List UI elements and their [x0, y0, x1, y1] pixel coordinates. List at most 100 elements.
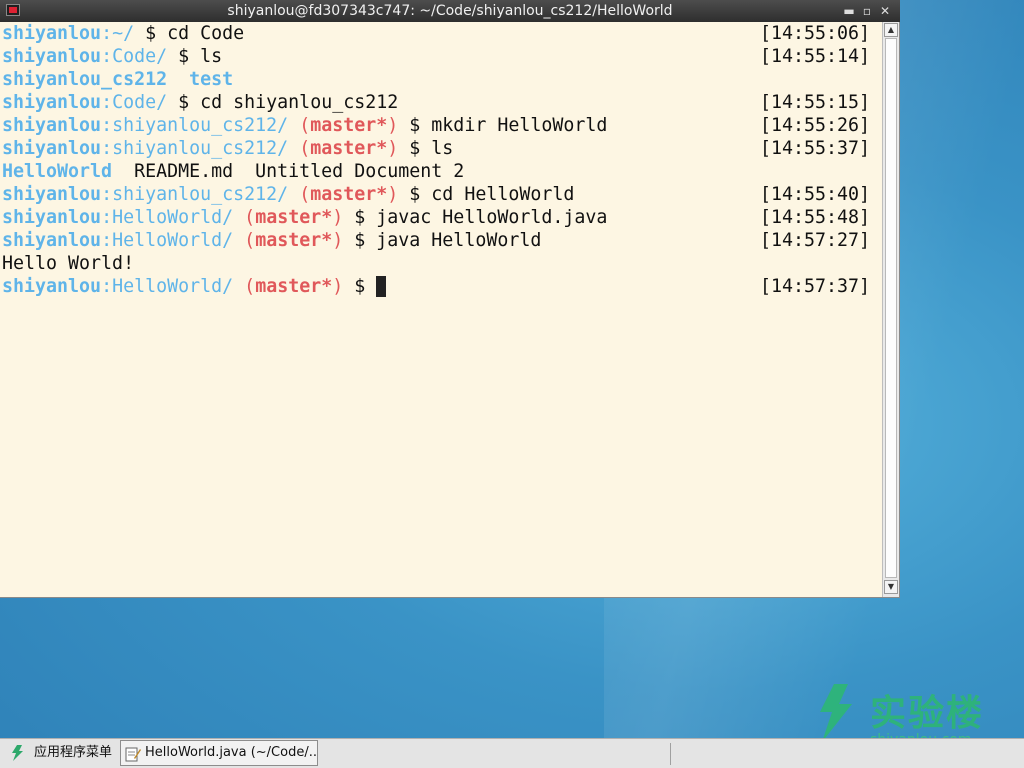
- shiyanlou-leaf-icon: [820, 684, 852, 742]
- terminal-text: HelloWorld/: [112, 276, 234, 297]
- terminal-text: ): [332, 276, 344, 297]
- terminal-text: Code/: [112, 92, 168, 113]
- terminal-text: shiyanlou: [2, 46, 102, 67]
- timestamp: [14:55:14]: [760, 46, 871, 67]
- timestamp: [14:57:37]: [760, 276, 871, 297]
- scroll-down-button[interactable]: ▼: [884, 580, 898, 594]
- terminal-text: README.md Untitled Document 2: [112, 161, 465, 182]
- terminal-text: (: [244, 207, 256, 228]
- terminal-text: master*: [310, 184, 388, 205]
- terminal-text: master*: [255, 276, 333, 297]
- applications-menu-button[interactable]: 应用程序菜单: [0, 739, 120, 768]
- terminal-text: (: [244, 276, 256, 297]
- terminal-line: shiyanlou:shiyanlou_cs212/ (master*) $ l…: [0, 137, 882, 160]
- terminal-line: shiyanlou:HelloWorld/ (master*) $ javac …: [0, 206, 882, 229]
- terminal-window[interactable]: shiyanlou@fd307343c747: ~/Code/shiyanlou…: [0, 0, 900, 598]
- terminal-text: $: [343, 276, 377, 297]
- terminal-text: $ cd shiyanlou_cs212: [167, 92, 399, 113]
- terminal-text: :: [101, 23, 113, 44]
- terminal-line: shiyanlou:HelloWorld/ (master*) $ [14:57…: [0, 275, 882, 298]
- terminal-text: :: [101, 92, 113, 113]
- terminal-text: Code/: [112, 46, 168, 67]
- scroll-up-button[interactable]: ▲: [884, 23, 898, 37]
- terminal-output[interactable]: shiyanlou:~/ $ cd Code [14:55:06] shiyanlo…: [0, 22, 882, 597]
- scrollbar-thumb[interactable]: [885, 38, 897, 578]
- timestamp: [14:55:40]: [760, 184, 871, 205]
- terminal-text: HelloWorld/: [112, 207, 234, 228]
- terminal-text: (: [299, 115, 311, 136]
- watermark-text: 实验楼: [870, 693, 985, 734]
- timestamp: [14:55:37]: [760, 138, 871, 159]
- terminal-line: shiyanlou:~/ $ cd Code [14:55:06]: [0, 22, 882, 45]
- terminal-text: master*: [310, 115, 388, 136]
- terminal-text: $ javac HelloWorld.java: [343, 207, 608, 228]
- shiyanlou-watermark-logo: 实验楼 shiyanlou.com: [812, 682, 992, 748]
- close-button[interactable]: ✕: [878, 0, 892, 22]
- terminal-text: (: [299, 184, 311, 205]
- terminal-text: shiyanlou_cs212/: [112, 184, 289, 205]
- terminal-text: shiyanlou: [2, 115, 102, 136]
- terminal-text: master*: [255, 207, 333, 228]
- terminal-text: :: [101, 46, 113, 67]
- terminal-text: $ ls: [398, 138, 454, 159]
- terminal-text: ): [387, 138, 399, 159]
- timestamp: [14:55:06]: [760, 23, 871, 44]
- minimize-button[interactable]: ▬: [842, 0, 856, 22]
- terminal-line: shiyanlou:shiyanlou_cs212/ (master*) $ c…: [0, 183, 882, 206]
- terminal-text: shiyanlou: [2, 207, 102, 228]
- window-titlebar[interactable]: shiyanlou@fd307343c747: ~/Code/shiyanlou…: [0, 0, 900, 22]
- terminal-text: shiyanlou: [2, 92, 102, 113]
- terminal-text: $ java HelloWorld: [343, 230, 542, 251]
- taskbar-task-label: HelloWorld.java (~/Code/...: [145, 745, 318, 760]
- terminal-text: Hello World!: [2, 253, 135, 274]
- terminal-app-icon[interactable]: [6, 4, 20, 16]
- timestamp: [14:55:48]: [760, 207, 871, 228]
- terminal-text: $ ls: [167, 46, 223, 67]
- terminal-text: test: [189, 69, 234, 90]
- terminal-text: shiyanlou: [2, 184, 102, 205]
- terminal-text: :: [101, 230, 113, 251]
- terminal-text: shiyanlou: [2, 230, 102, 251]
- terminal-cursor: [376, 276, 387, 297]
- terminal-line: shiyanlou:shiyanlou_cs212/ (master*) $ m…: [0, 114, 882, 137]
- timestamp: [14:55:26]: [760, 115, 871, 136]
- terminal-text: ~/: [112, 23, 135, 44]
- taskbar-task-helloworld-java[interactable]: HelloWorld.java (~/Code/...: [120, 740, 318, 766]
- timestamp: [14:57:27]: [760, 230, 871, 251]
- maximize-button[interactable]: ▫: [860, 0, 874, 22]
- terminal-text: :: [101, 184, 113, 205]
- vertical-scrollbar[interactable]: ▲ ▼: [882, 22, 899, 597]
- terminal-line: shiyanlou_cs212 test: [0, 68, 882, 91]
- desktop: shiyanlou@fd307343c747: ~/Code/shiyanlou…: [0, 0, 1024, 748]
- terminal-line: Hello World!: [0, 252, 882, 275]
- terminal-text: (: [299, 138, 311, 159]
- terminal-line: shiyanlou:HelloWorld/ (master*) $ java H…: [0, 229, 882, 252]
- terminal-text: HelloWorld: [2, 161, 113, 182]
- terminal-text: $ cd HelloWorld: [398, 184, 575, 205]
- terminal-text: HelloWorld/: [112, 230, 234, 251]
- window-title: shiyanlou@fd307343c747: ~/Code/shiyanlou…: [227, 3, 673, 19]
- text-editor-icon: [125, 747, 141, 762]
- terminal-text: ): [387, 184, 399, 205]
- timestamp: [14:55:15]: [760, 92, 871, 113]
- terminal-text: ): [332, 230, 344, 251]
- terminal-text: (: [244, 230, 256, 251]
- terminal-text: master*: [310, 138, 388, 159]
- terminal-text: shiyanlou: [2, 23, 102, 44]
- terminal-line: HelloWorld README.md Untitled Document 2: [0, 160, 882, 183]
- taskbar: 应用程序菜单 HelloWorld.java (~/Code/...: [0, 738, 1024, 768]
- applications-menu-label: 应用程序菜单: [34, 745, 113, 760]
- terminal-text: :: [101, 276, 113, 297]
- terminal-text: shiyanlou: [2, 276, 102, 297]
- terminal-text: :: [101, 115, 113, 136]
- taskbar-separator: [670, 743, 671, 765]
- terminal-line: shiyanlou:Code/ $ cd shiyanlou_cs212 [14:…: [0, 91, 882, 114]
- terminal-text: shiyanlou_cs212: [2, 69, 168, 90]
